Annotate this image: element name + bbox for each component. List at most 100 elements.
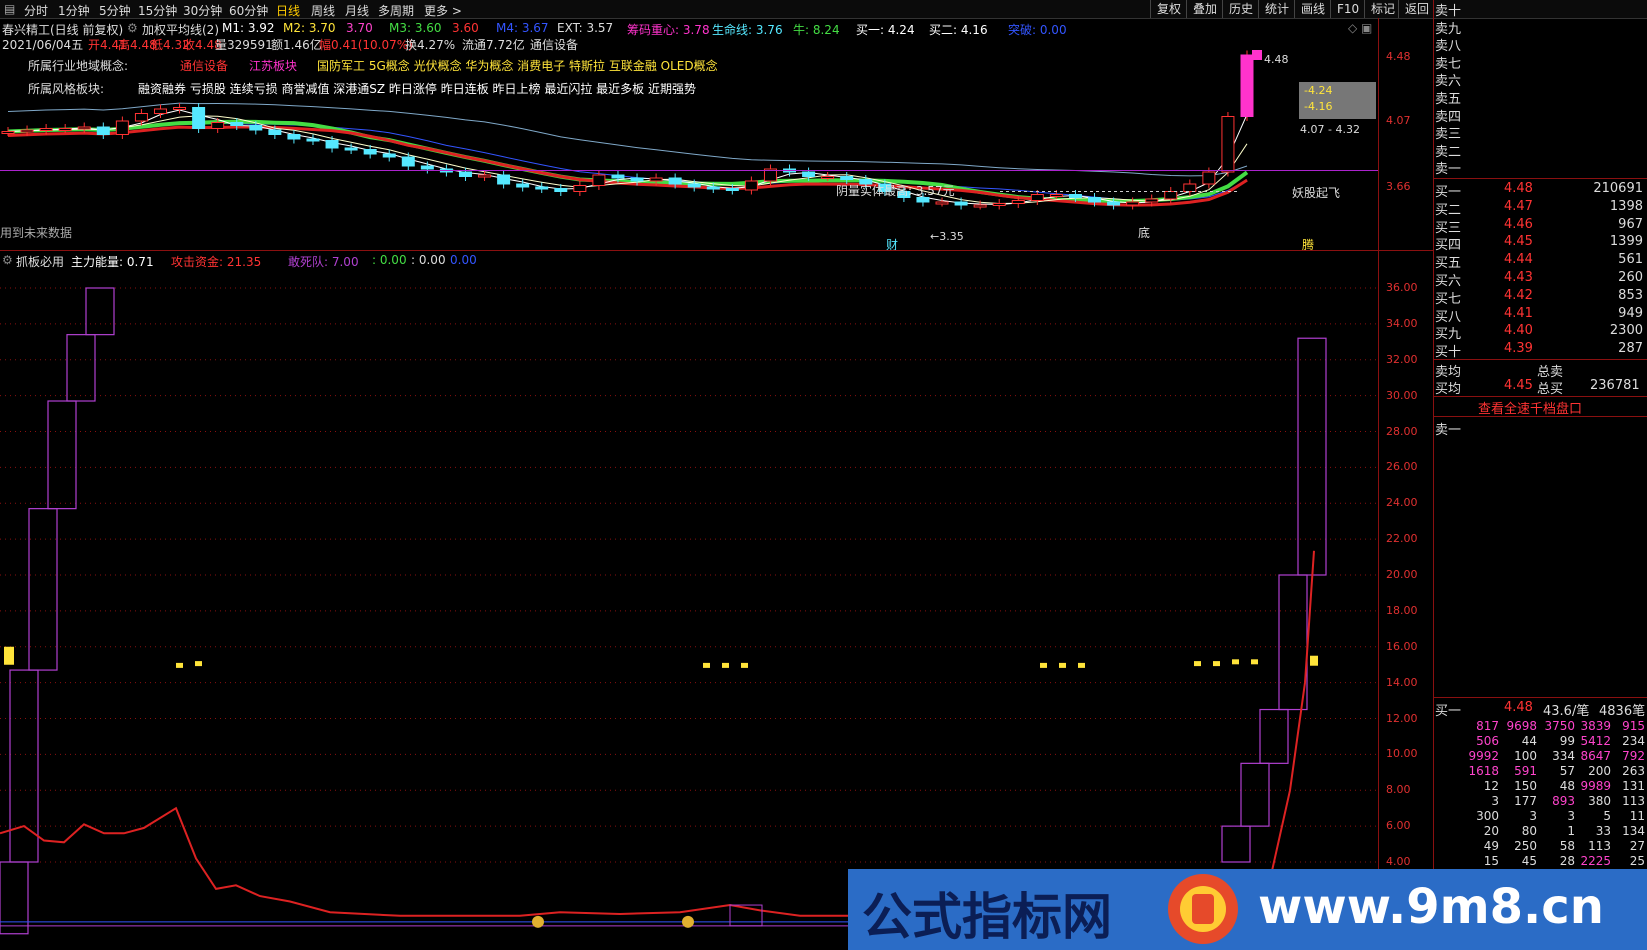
tab-weekly[interactable]: 周线 [311,2,335,19]
signal-marker [1251,659,1258,665]
buy-level-volume: 1398 [1609,198,1643,214]
candle [134,113,148,122]
sell-level-row[interactable]: 卖八 [1434,35,1647,54]
queue-row: 20 80 1 33 134 [1434,824,1647,839]
queue-cell: 9989 [1580,779,1611,793]
tab-multi-period[interactable]: 多周期 [378,2,414,19]
sell-level-row[interactable]: 卖十 [1434,0,1647,19]
signal-marker [4,646,14,665]
tab-intraday[interactable]: 分时 [24,2,48,19]
buy-level-row[interactable]: 买九 4.40 2300 [1434,323,1647,342]
buy-level-row[interactable]: 买五 4.44 561 [1434,252,1647,272]
toolbar-menu-icon[interactable]: ▤ [4,2,15,16]
indicator-axis-tick: 6.00 [1386,819,1411,833]
candle [668,177,682,185]
back-button[interactable]: 返回 [1398,0,1435,18]
queue-cell: 9992 [1468,749,1499,763]
candle [1011,200,1025,204]
sell-level-label: 卖三 [1435,127,1462,143]
tab-15min[interactable]: 15分钟 [138,2,177,19]
queue-cell: 131 [1622,779,1645,793]
queue-cell: 3750 [1544,719,1575,733]
tab-daily[interactable]: 日线 [276,2,300,19]
buy-level-row[interactable]: 买一 4.48 210691 [1434,181,1647,200]
tab-30min[interactable]: 30分钟 [183,2,222,19]
buy-level-label: 买六 [1435,274,1462,289]
queue-cell: 113 [1588,839,1611,853]
buy-level-label: 买五 [1435,256,1462,272]
full-depth-link[interactable]: 查看全速千档盘口 [1478,398,1582,417]
buy-level-row[interactable]: 买二 4.47 1398 [1434,198,1647,218]
indicator-axis-tick: 36.00 [1386,281,1418,294]
indicator-axis-tick: 34.00 [1386,316,1418,330]
candle [153,108,167,114]
buy-level-row[interactable]: 买十 4.39 287 [1434,341,1647,360]
sell1-queue-label: 卖一 [1435,423,1462,438]
buy1-queue-count: 4836笔 [1599,704,1646,719]
candle [478,174,492,178]
tab-more[interactable]: 更多 > [424,2,462,19]
buy-level-row[interactable]: 买三 4.46 967 [1434,217,1647,236]
sell-level-row[interactable]: 卖三 [1434,123,1647,143]
queue-row: 9992 100 334 8647 792 [1434,749,1647,764]
sell-level-row[interactable]: 卖七 [1434,53,1647,72]
buy-level-volume: 853 [1618,287,1643,303]
fuquan-button[interactable]: 复权 [1150,0,1187,18]
tab-monthly[interactable]: 月线 [345,2,369,19]
tab-5min[interactable]: 5分钟 [99,2,131,19]
tab-1min[interactable]: 1分钟 [58,2,90,19]
queue-row: 506 44 99 5412 234 [1434,734,1647,749]
candle [1202,171,1216,185]
indicator-chart[interactable] [0,250,1378,950]
f10-button[interactable]: F10 [1330,0,1365,18]
buy-level-label: 买三 [1435,220,1462,236]
energy-ladder-box [47,400,77,510]
range-label: 4.07 - 4.32 [1300,123,1360,136]
sell-level-row[interactable]: 卖六 [1434,70,1647,89]
buy-level-label: 买八 [1435,309,1462,325]
overlay-button[interactable]: 叠加 [1186,0,1223,18]
draw-button[interactable]: 画线 [1294,0,1331,18]
sell-level-row[interactable]: 卖五 [1434,88,1647,107]
buy-level-row[interactable]: 买七 4.42 853 [1434,287,1647,307]
signal-marker [1059,662,1066,668]
energy-ladder-box [85,287,115,336]
queue-cell: 45 [1521,854,1537,868]
candle [954,201,968,206]
candle [211,122,225,129]
candle [268,129,282,135]
tab-60min[interactable]: 60分钟 [229,2,268,19]
signal-marker [1040,662,1047,668]
queue-cell: 893 [1552,794,1575,808]
candle [1,131,15,134]
sell-level-label: 卖十 [1435,4,1462,19]
energy-ladder-box [66,334,96,402]
buy-level-label: 买四 [1435,238,1462,254]
yin-body-high-label: 阴量实体最高: 3.57元 [836,184,955,198]
stats-button[interactable]: 统计 [1258,0,1295,18]
sell-level-row[interactable]: 卖四 [1434,106,1647,125]
price-chart[interactable] [0,18,1434,250]
queue-row: 15 45 28 2225 25 [1434,854,1647,869]
buy-level-price: 4.42 [1504,287,1533,303]
buy-level-row[interactable]: 买四 4.45 1399 [1434,234,1647,254]
history-button[interactable]: 历史 [1222,0,1259,18]
candle [725,188,739,191]
candle [39,128,53,131]
ma-line-m3 [7,119,1249,203]
watermark-logo-icon [1168,874,1238,944]
buy-level-row[interactable]: 买六 4.43 260 [1434,270,1647,289]
candle [20,129,34,133]
candle [77,126,91,130]
buy-avg-label: 买均 [1435,382,1462,397]
mark-button[interactable]: 标记 [1364,0,1401,18]
sell-level-row[interactable]: 卖二 [1434,141,1647,160]
sell-level-row[interactable]: 卖一 [1434,158,1647,177]
buy-level-volume: 210691 [1593,181,1643,196]
queue-cell: 20 [1483,824,1499,838]
queue-cell: 591 [1514,764,1537,778]
queue-cell: 300 [1476,809,1499,823]
buy-level-row[interactable]: 买八 4.41 949 [1434,306,1647,325]
sell-level-row[interactable]: 卖九 [1434,18,1647,37]
energy-ladder-box [1297,337,1327,576]
